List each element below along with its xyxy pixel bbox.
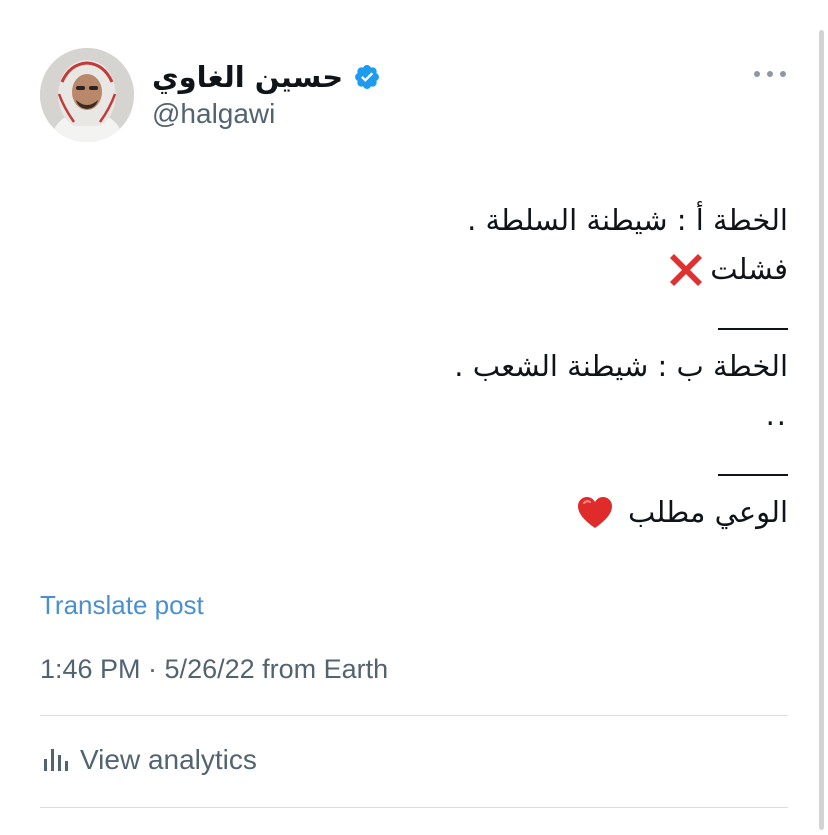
more-dot-icon (754, 71, 760, 77)
tweet-line: الخطة أ : شيطنة السلطة . (188, 196, 788, 245)
more-options-button[interactable] (754, 62, 786, 86)
more-dot-icon (767, 71, 773, 77)
tweet-line: .. (188, 391, 788, 440)
tweet-line-text: الخطة أ : شيطنة السلطة . (467, 203, 788, 237)
analytics-icon (40, 743, 70, 778)
author-display-name[interactable]: حسين الغاوي (152, 60, 343, 94)
red-heart-emoji-icon (576, 494, 614, 532)
tweet-line-text: الخطة ب : شيطنة الشعب . (454, 349, 788, 383)
author-handle[interactable]: @halgawi (152, 98, 275, 130)
separator-line (718, 474, 788, 476)
separator-line (718, 328, 788, 330)
cross-mark-emoji-icon (666, 250, 706, 290)
avatar-image (40, 48, 134, 142)
view-analytics-label: View analytics (80, 744, 257, 775)
more-dot-icon (780, 71, 786, 77)
verified-badge-icon (353, 63, 381, 91)
tweet-line: الوعي مطلب (188, 488, 788, 537)
tweet-timestamp[interactable]: 1:46 PM · 5/26/22 from Earth (40, 654, 388, 685)
tweet-line-text: .. (765, 398, 788, 432)
translate-post-link[interactable]: Translate post (40, 590, 204, 621)
tweet-line (188, 440, 788, 488)
divider (40, 807, 788, 808)
tweet-text: الخطة أ : شيطنة السلطة . فشلت الخطة ب : … (188, 196, 788, 537)
view-analytics-button[interactable]: View analytics (40, 740, 257, 780)
tweet-line-text: فشلت (710, 252, 788, 286)
avatar[interactable] (40, 48, 134, 142)
scrollbar[interactable] (819, 30, 824, 830)
tweet-line (188, 294, 788, 342)
tweet-line: الخطة ب : شيطنة الشعب . (188, 342, 788, 391)
tweet-line-text: الوعي مطلب (628, 495, 788, 529)
tweet-line: فشلت (188, 245, 788, 294)
divider (40, 715, 788, 716)
author-name-row[interactable]: حسين الغاوي (152, 58, 381, 96)
